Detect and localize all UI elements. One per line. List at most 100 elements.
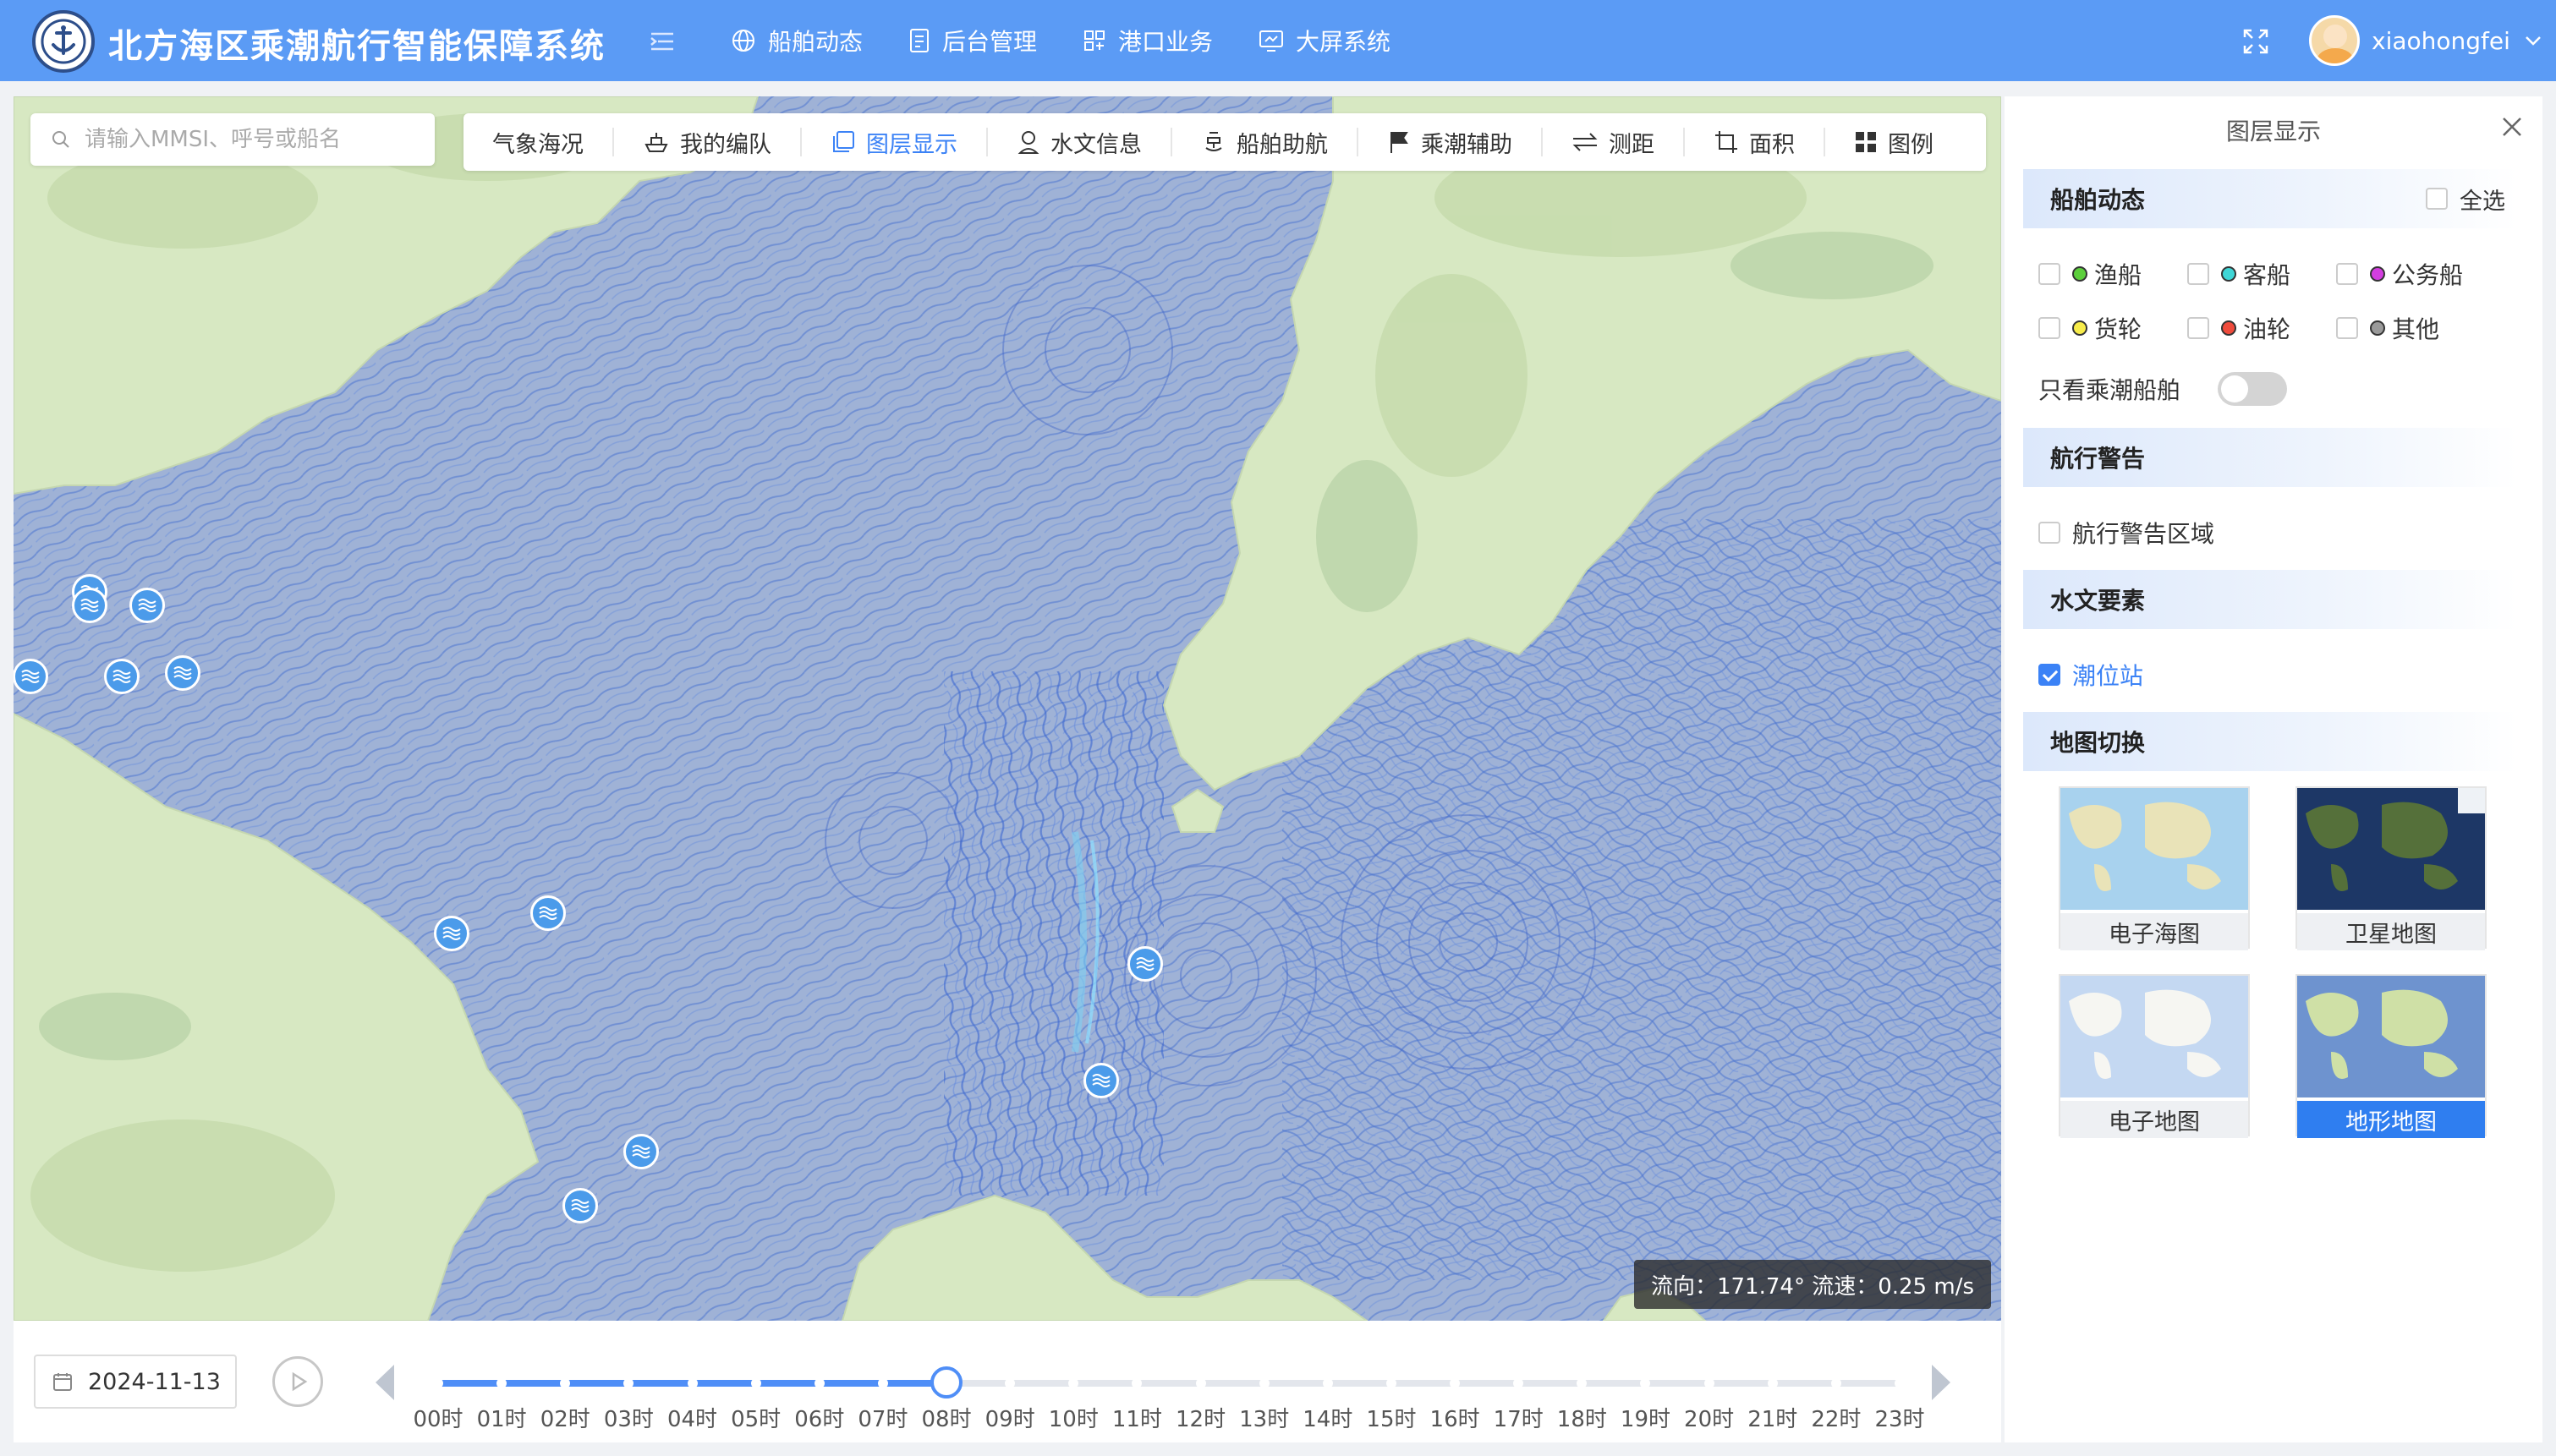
hour-label[interactable]: 13时	[1239, 1402, 1289, 1433]
tool-my-fleet[interactable]: 我的编队	[614, 128, 802, 158]
hour-label[interactable]: 14时	[1303, 1402, 1352, 1433]
prev-hour-icon[interactable]	[372, 1361, 398, 1404]
time-tick[interactable]	[1703, 1378, 1714, 1388]
tool-measure-distance[interactable]: 测距	[1543, 128, 1685, 158]
time-slider-thumb[interactable]	[930, 1366, 963, 1399]
tool-legend[interactable]: 图例	[1825, 128, 1962, 158]
tool-hydro-info[interactable]: 水文信息	[988, 128, 1172, 158]
menu-fold-icon[interactable]	[648, 27, 677, 56]
time-tick[interactable]	[1513, 1378, 1524, 1388]
search-input[interactable]	[85, 127, 406, 152]
ship-type-passenger[interactable]: 客船	[2187, 257, 2290, 291]
tide-station-icon[interactable]	[129, 588, 165, 623]
basemap-satellite[interactable]: 卫星地图	[2295, 786, 2487, 950]
time-tick[interactable]	[877, 1378, 888, 1388]
checkbox[interactable]	[2038, 263, 2060, 285]
hour-label[interactable]: 10时	[1049, 1402, 1099, 1433]
time-tick[interactable]	[433, 1378, 443, 1388]
hour-label[interactable]: 22时	[1811, 1402, 1861, 1433]
nav-port-business[interactable]: 港口业务	[1083, 24, 1213, 57]
time-tick[interactable]	[814, 1378, 825, 1388]
time-tick[interactable]	[560, 1378, 571, 1388]
checkbox[interactable]	[2038, 317, 2060, 339]
basemap-terrain[interactable]: 地形地图	[2295, 974, 2487, 1138]
warning-area-option[interactable]: 航行警告区域	[2038, 516, 2214, 550]
ship-type-cargo[interactable]: 货轮	[2038, 311, 2142, 345]
hour-label[interactable]: 09时	[985, 1402, 1035, 1433]
hour-label[interactable]: 01时	[477, 1402, 527, 1433]
checkbox[interactable]	[2038, 664, 2060, 686]
tide-station-icon[interactable]	[104, 659, 140, 694]
checkbox[interactable]	[2038, 522, 2060, 544]
tide-station-icon[interactable]	[14, 659, 48, 694]
hour-label[interactable]: 19时	[1621, 1402, 1670, 1433]
tide-station-icon[interactable]	[1127, 946, 1163, 982]
ship-type-fishing[interactable]: 渔船	[2038, 257, 2142, 291]
nav-big-screen[interactable]: 大屏系统	[1259, 24, 1390, 57]
tide-station-icon[interactable]	[623, 1134, 659, 1169]
time-tick[interactable]	[1767, 1378, 1778, 1388]
time-tick[interactable]	[1640, 1378, 1651, 1388]
hour-label[interactable]: 17时	[1494, 1402, 1544, 1433]
tide-station-icon[interactable]	[72, 588, 107, 623]
time-tick[interactable]	[1132, 1378, 1143, 1388]
time-tick[interactable]	[687, 1378, 698, 1388]
time-tick[interactable]	[1195, 1378, 1206, 1388]
tide-station-icon[interactable]	[1083, 1063, 1119, 1098]
ship-type-official[interactable]: 公务船	[2336, 257, 2463, 291]
time-tick[interactable]	[1005, 1378, 1016, 1388]
fullscreen-icon[interactable]	[2241, 27, 2270, 56]
checkbox[interactable]	[2187, 317, 2209, 339]
time-tick[interactable]	[1068, 1378, 1079, 1388]
checkbox[interactable]	[2336, 317, 2358, 339]
date-picker[interactable]: 2024-11-13	[34, 1355, 237, 1409]
time-tick[interactable]	[496, 1378, 507, 1388]
time-tick[interactable]	[1830, 1378, 1841, 1388]
hour-label[interactable]: 08时	[921, 1402, 971, 1433]
tool-measure-area[interactable]: 面积	[1685, 128, 1825, 158]
hour-label[interactable]: 04时	[667, 1402, 717, 1433]
checkbox[interactable]	[2187, 263, 2209, 285]
ship-type-tanker[interactable]: 油轮	[2187, 311, 2290, 345]
time-tick[interactable]	[1577, 1378, 1588, 1388]
checkbox[interactable]	[2426, 188, 2448, 210]
ship-type-other[interactable]: 其他	[2336, 311, 2439, 345]
basemap-electronic[interactable]: 电子地图	[2059, 974, 2250, 1138]
time-tick[interactable]	[750, 1378, 761, 1388]
time-tick[interactable]	[1895, 1378, 1905, 1388]
tool-weather[interactable]: 气象海况	[463, 128, 614, 158]
checkbox[interactable]	[2336, 263, 2358, 285]
tide-station-icon[interactable]	[562, 1188, 598, 1223]
hour-label[interactable]: 00时	[413, 1402, 463, 1433]
tide-station-option[interactable]: 潮位站	[2038, 658, 2143, 692]
hour-label[interactable]: 07时	[858, 1402, 908, 1433]
hour-label[interactable]: 05时	[731, 1402, 781, 1433]
time-tick[interactable]	[1385, 1378, 1396, 1388]
nav-admin[interactable]: 后台管理	[908, 24, 1037, 57]
tide-station-icon[interactable]	[165, 655, 200, 691]
time-tick[interactable]	[1322, 1378, 1333, 1388]
user-menu[interactable]: xiaohongfei	[2309, 15, 2544, 66]
select-all-checkbox[interactable]: 全选	[2426, 183, 2505, 216]
search-box[interactable]	[30, 113, 435, 166]
hour-label[interactable]: 03时	[604, 1402, 654, 1433]
play-button[interactable]	[272, 1356, 323, 1407]
hour-label[interactable]: 15时	[1366, 1402, 1416, 1433]
hour-label[interactable]: 02时	[540, 1402, 590, 1433]
tide-only-toggle[interactable]	[2218, 372, 2287, 406]
hour-label[interactable]: 11时	[1112, 1402, 1162, 1433]
tide-station-icon[interactable]	[530, 895, 566, 931]
hour-label[interactable]: 06时	[794, 1402, 844, 1433]
hour-label[interactable]: 20时	[1684, 1402, 1734, 1433]
tool-layer-display[interactable]: 图层显示	[802, 128, 988, 158]
hour-label[interactable]: 21时	[1747, 1402, 1797, 1433]
time-tick[interactable]	[623, 1378, 634, 1388]
tide-station-icon[interactable]	[434, 916, 469, 951]
time-tick[interactable]	[1450, 1378, 1461, 1388]
basemap-chart[interactable]: 电子海图	[2059, 786, 2250, 950]
close-icon[interactable]	[2498, 113, 2526, 140]
time-slider[interactable]	[433, 1366, 1905, 1399]
hour-label[interactable]: 12时	[1176, 1402, 1226, 1433]
map-canvas[interactable]: 气象海况 我的编队 图层显示 水文信息 船舶助航 乘潮辅助 测距 面积	[14, 96, 2001, 1321]
hour-label[interactable]: 16时	[1430, 1402, 1480, 1433]
